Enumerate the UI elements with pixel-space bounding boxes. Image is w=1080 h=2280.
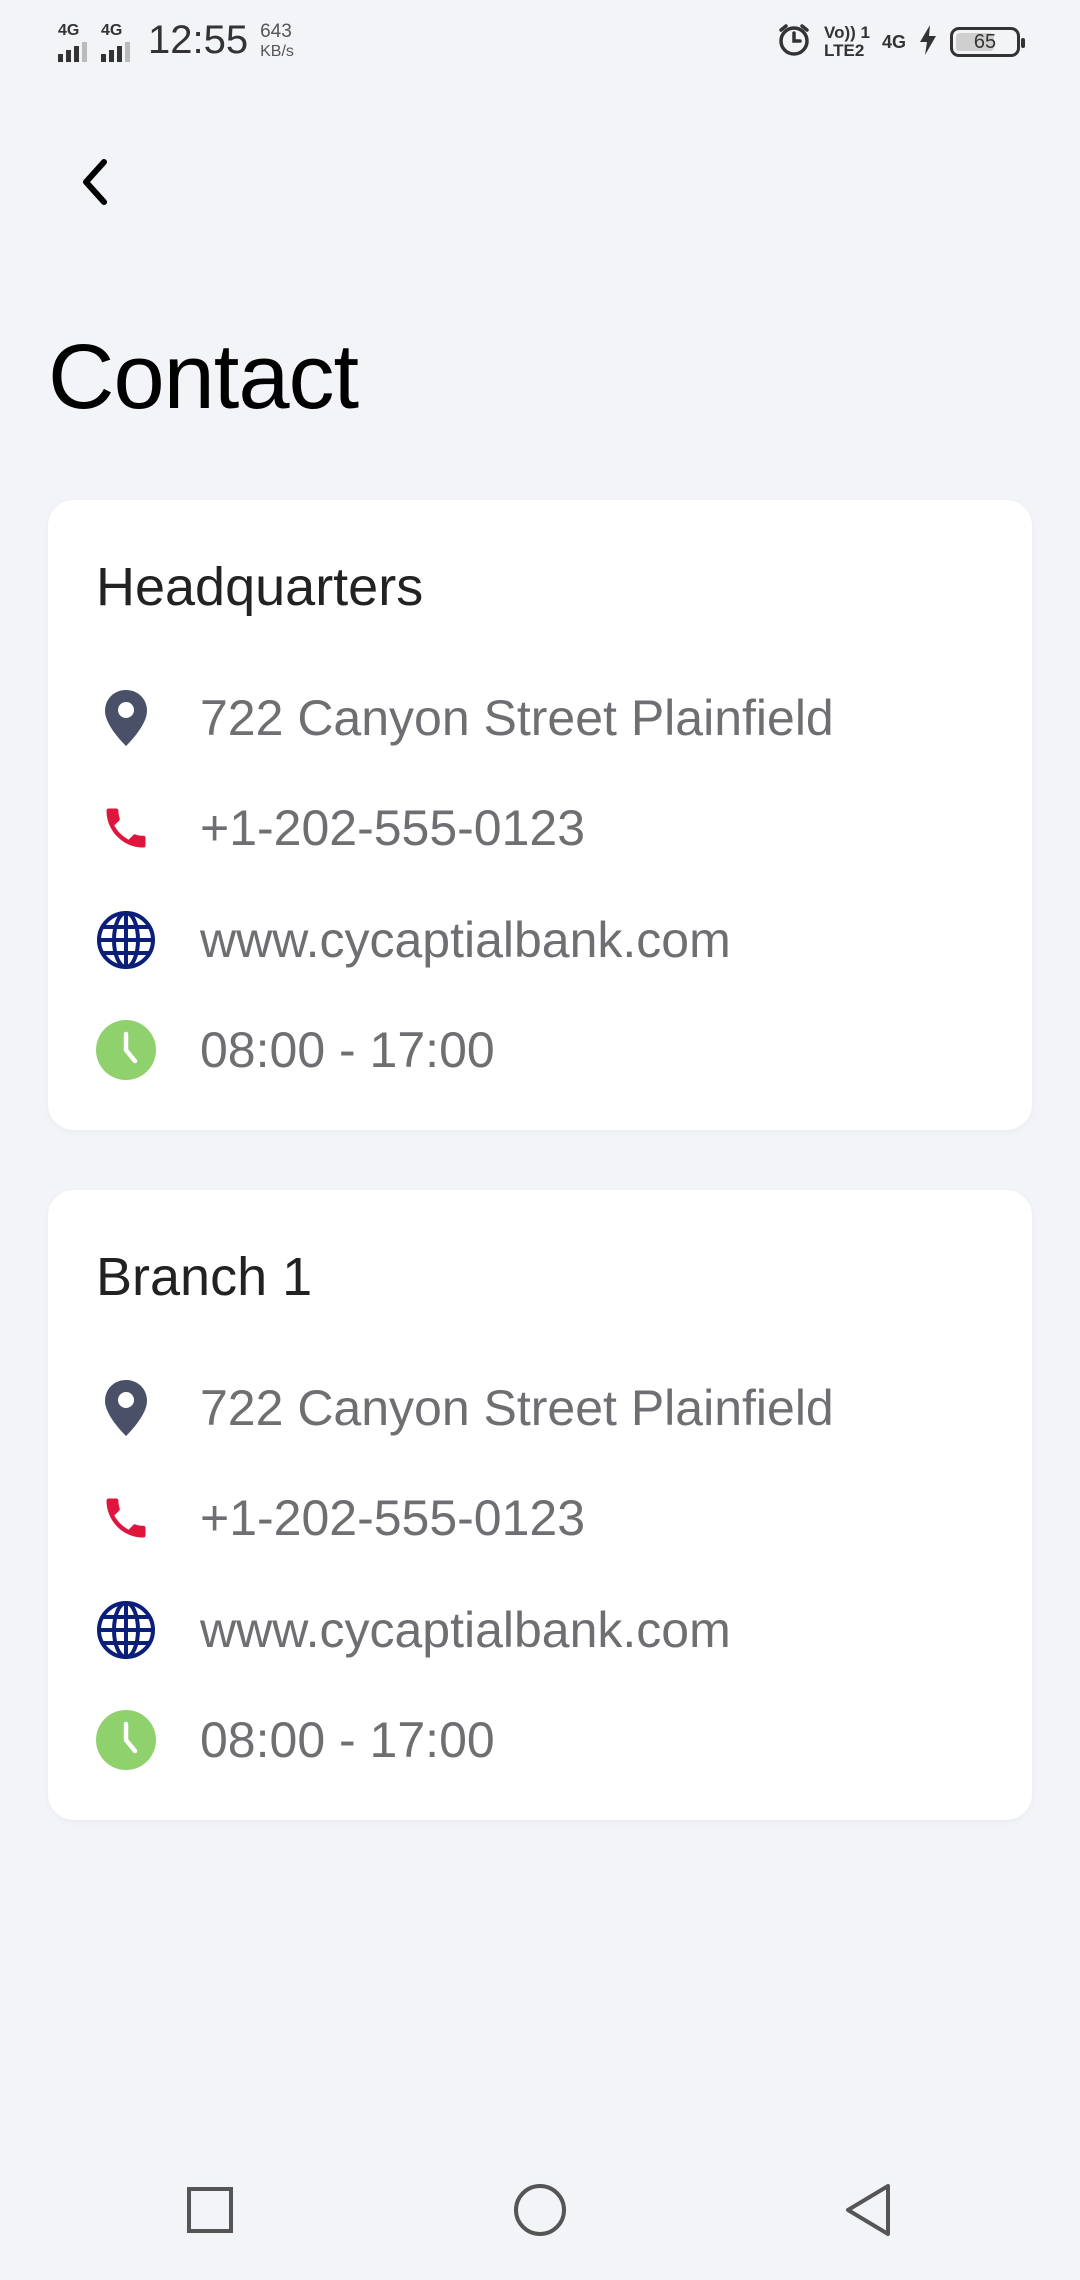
address-row[interactable]: 722 Canyon Street Plainfield — [96, 678, 984, 758]
location-name: Headquarters — [96, 557, 424, 617]
volte-bottom: LTE2 — [824, 41, 865, 60]
status-bar: 4G 4G 12:55 643 KB/s Vo)) 1 LTE2 4G 65 — [0, 0, 1080, 82]
recents-icon — [187, 2187, 233, 2233]
clock-icon — [96, 1020, 156, 1080]
recents-button[interactable] — [170, 2170, 250, 2250]
hours-text: 08:00 - 17:00 — [200, 1712, 495, 1768]
phone-text: +1-202-555-0123 — [200, 800, 586, 856]
location-card-headquarters: Headquarters 722 Canyon Street Plainfiel… — [48, 500, 1032, 1130]
phone-icon — [96, 798, 156, 858]
globe-icon — [96, 910, 156, 970]
signal-icon: 4G — [101, 23, 130, 62]
contact-screen: 4G 4G 12:55 643 KB/s Vo)) 1 LTE2 4G 65 C… — [0, 0, 1080, 2280]
status-right: Vo)) 1 LTE2 4G 65 — [776, 22, 1025, 63]
phone-icon — [96, 1488, 156, 1548]
clock-icon — [96, 1710, 156, 1770]
address-text: 722 Canyon Street Plainfield — [200, 690, 834, 746]
location-name: Branch 1 — [96, 1247, 313, 1307]
website-text: www.cycaptialbank.com — [200, 912, 731, 968]
battery-icon: 65 — [950, 27, 1025, 57]
address-row[interactable]: 722 Canyon Street Plainfield — [96, 1368, 984, 1448]
location-pin-icon — [96, 688, 156, 748]
status-time: 12:55 — [148, 18, 249, 62]
location-card-branch-1: Branch 1 722 Canyon Street Plainfield +1… — [48, 1190, 1032, 1820]
charging-icon — [918, 24, 938, 61]
hours-row: 08:00 - 17:00 — [96, 1700, 984, 1780]
location-pin-icon — [96, 1378, 156, 1438]
network-type-2: 4G — [101, 22, 123, 39]
volte-indicator: Vo)) 1 LTE2 — [824, 24, 870, 60]
home-icon — [514, 2184, 566, 2236]
back-button[interactable] — [62, 150, 126, 214]
alarm-icon — [776, 22, 812, 63]
hours-text: 08:00 - 17:00 — [200, 1022, 495, 1078]
network-type-3: 4G — [881, 32, 906, 52]
globe-icon — [96, 1600, 156, 1660]
network-type-1: 4G — [58, 22, 80, 39]
battery-level: 65 — [973, 31, 997, 53]
website-text: www.cycaptialbank.com — [200, 1602, 731, 1658]
signal-icon: 4G — [58, 23, 87, 62]
status-left: 4G 4G 12:55 643 KB/s — [58, 18, 294, 62]
network-speed-unit: KB/s — [260, 43, 294, 60]
website-row[interactable]: www.cycaptialbank.com — [96, 1590, 984, 1670]
network-speed-value: 643 — [260, 21, 292, 42]
address-text: 722 Canyon Street Plainfield — [200, 1380, 834, 1436]
hours-row: 08:00 - 17:00 — [96, 1010, 984, 1090]
website-row[interactable]: www.cycaptialbank.com — [96, 900, 984, 980]
phone-row[interactable]: +1-202-555-0123 — [96, 788, 984, 868]
system-back-button[interactable] — [828, 2170, 908, 2250]
phone-text: +1-202-555-0123 — [200, 1490, 586, 1546]
page-title: Contact — [48, 326, 359, 428]
system-nav-bar — [0, 2140, 1080, 2280]
phone-row[interactable]: +1-202-555-0123 — [96, 1478, 984, 1558]
volte-top: Vo)) 1 — [824, 23, 870, 42]
back-triangle-icon — [846, 2184, 890, 2236]
home-button[interactable] — [500, 2170, 580, 2250]
chevron-left-icon — [83, 159, 107, 205]
network-speed: 643 KB/s — [260, 22, 294, 62]
